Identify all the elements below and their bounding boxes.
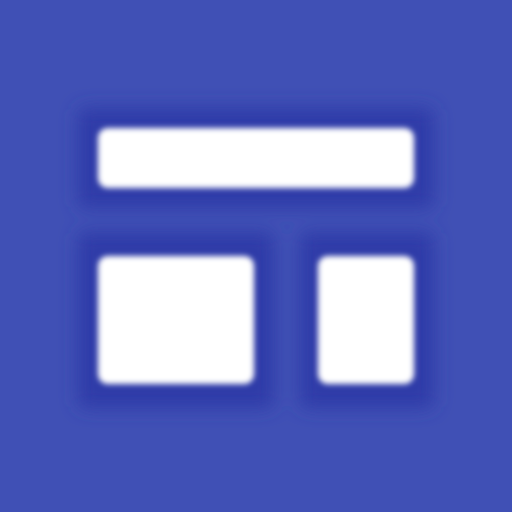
main-tile [98,256,254,384]
layout-grid-icon [0,0,512,512]
side-tile [318,256,414,384]
layout-app-icon[interactable] [0,0,512,512]
header-tile [98,128,414,188]
